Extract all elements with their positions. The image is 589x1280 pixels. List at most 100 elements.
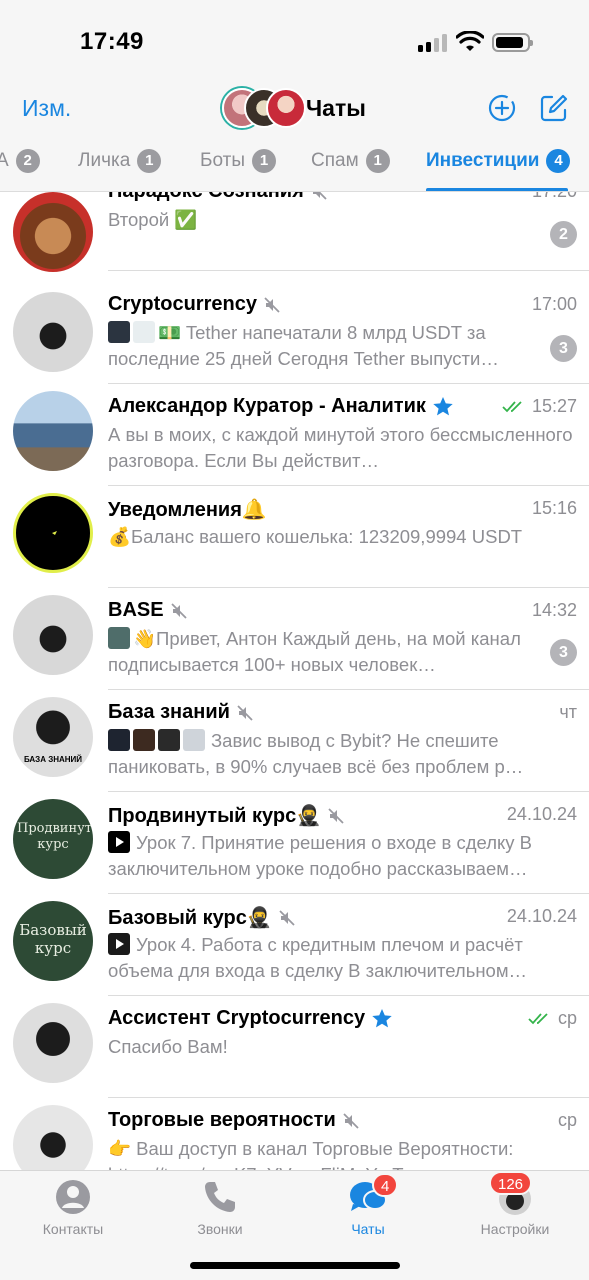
edit-button[interactable]: Изм. — [22, 95, 71, 122]
tab-badge: 1 — [137, 149, 162, 173]
chat-preview: 💰Баланс вашего кошелька: 123209,9994 USD… — [108, 526, 523, 547]
chat-preview: Урок 7. Принятие решения о входе в сделк… — [108, 830, 578, 882]
chat-preview: 👉 Ваш доступ в канал Торговые Вероятност… — [108, 1138, 518, 1170]
video-play-icon — [108, 831, 130, 853]
cellular-signal-icon — [418, 34, 448, 52]
tab-label: Боты — [200, 150, 245, 171]
chat-preview: 💵 Tether напечатали 8 млрд USDT за после… — [108, 320, 548, 372]
tabbar-badge: 126 — [489, 1171, 533, 1195]
tab-boty[interactable]: Боты 1 — [200, 149, 276, 173]
chat-title: Продвинутый курс🥷 — [108, 803, 345, 828]
chat-avatar — [13, 1003, 93, 1083]
chat-title: Александор Куратор - Аналитик — [108, 395, 454, 418]
muted-icon — [264, 296, 280, 313]
media-thumbnail — [158, 729, 180, 751]
nav-bar: Изм. Чаты — [0, 80, 589, 138]
chat-avatar — [13, 391, 93, 471]
tab-label: Личка — [78, 150, 131, 171]
chat-avatar — [13, 192, 93, 272]
read-double-check-icon — [528, 1012, 548, 1024]
chat-time: 15:27 — [502, 396, 577, 417]
status-time: 17:49 — [80, 28, 144, 55]
settings-avatar-icon: 126 — [489, 1171, 535, 1217]
chat-row[interactable]: Александор Куратор - Аналитик 15:27 А вы… — [0, 384, 589, 486]
chat-time: 24.10.24 — [506, 906, 577, 926]
chat-preview-text: 👋Привет, Антон Каждый день, на мой канал… — [108, 628, 521, 675]
chat-row[interactable]: Торговые вероятности ср 👉 Ваш доступ в к… — [0, 1098, 589, 1170]
chat-name-text: Cryptocurrency — [108, 293, 257, 315]
home-indicator — [190, 1262, 400, 1269]
chat-row[interactable]: Базовый курс Базовый курс🥷 24.10.24 Урок… — [0, 894, 589, 996]
chat-name-text: Продвинутый курс🥷 — [108, 805, 322, 827]
tab-investicii[interactable]: Инвестиции 4 — [426, 149, 571, 173]
avatar-caption: БАЗА ЗНАНИЙ — [23, 755, 83, 764]
battery-icon — [492, 33, 533, 52]
media-thumbnail — [108, 627, 130, 649]
chat-name-text: Уведомления🔔 — [108, 499, 267, 521]
chat-name-text: Базовый курс🥷 — [108, 907, 272, 929]
chat-name-text: Ассистент Cryptocurrency — [108, 1007, 366, 1029]
chat-preview: Второй ✅ — [108, 209, 198, 230]
chat-preview: Спасибо Вам! — [108, 1036, 228, 1057]
chat-row[interactable]: BASE 14:32 👋Привет, Антон Каждый день, н… — [0, 588, 589, 690]
folder-tabs: А 2 Личка 1 Боты 1 Спам 1 Инвестиции 4 — [0, 138, 589, 192]
chat-title: Базовый курс🥷 — [108, 905, 296, 930]
muted-icon — [170, 602, 187, 619]
chat-title: База знаний — [108, 701, 254, 724]
tab-badge: 1 — [251, 149, 276, 173]
tab-badge: 4 — [546, 149, 571, 173]
wifi-icon — [456, 31, 484, 51]
tabbar-settings[interactable]: 126 Настройки — [455, 1171, 575, 1237]
chat-avatar — [13, 595, 93, 675]
chat-row[interactable]: Cryptocurrency 17:00 💵 Tether напечатали… — [0, 282, 589, 384]
chat-time: чт — [559, 702, 577, 722]
chat-row[interactable]: Уведомления🔔 15:16 💰Баланс вашего кошель… — [0, 486, 589, 588]
chat-title: BASE — [108, 599, 188, 622]
muted-icon — [312, 192, 327, 200]
tab-a[interactable]: А 2 — [0, 149, 40, 173]
media-thumbnail — [108, 321, 130, 343]
read-double-check-icon — [502, 400, 522, 412]
muted-icon — [343, 1112, 359, 1129]
chat-time-text: ср — [557, 1008, 577, 1028]
unread-badge: 3 — [550, 335, 577, 362]
chat-bubbles-icon: 4 — [348, 1173, 399, 1217]
chat-title: Cryptocurrency — [108, 293, 281, 316]
page-title: Чаты — [306, 95, 366, 121]
chat-avatar — [13, 1105, 93, 1170]
tabbar-label: Контакты — [42, 1221, 104, 1237]
chat-preview: 👋Привет, Антон Каждый день, на мой канал… — [108, 626, 548, 678]
chat-preview-text: Урок 4. Работа с кредитным плечом и расч… — [108, 934, 528, 981]
chat-title: Торговые вероятности — [108, 1109, 360, 1132]
tab-spam[interactable]: Спам 1 — [311, 149, 390, 173]
chat-time: 15:16 — [531, 498, 577, 518]
tabbar-calls[interactable]: Звонки — [160, 1177, 280, 1237]
tabbar-contacts[interactable]: Контакты — [13, 1177, 133, 1237]
plus-circle-icon[interactable] — [486, 92, 518, 124]
compose-icon[interactable] — [538, 92, 570, 124]
media-thumbnail — [133, 729, 155, 751]
chat-time: ср — [528, 1008, 577, 1029]
tab-badge: 1 — [365, 149, 390, 173]
unread-badge: 3 — [550, 639, 577, 666]
chat-title: Ассистент Cryptocurrency — [108, 1007, 393, 1030]
chat-avatar — [13, 292, 93, 372]
avatar-caption: Продвинутый курс — [17, 821, 93, 852]
chat-row[interactable]: БАЗА ЗНАНИЙ База знаний чт Завис вывод с… — [0, 690, 589, 792]
chat-name-text: Торговые вероятности — [108, 1109, 336, 1131]
chat-preview: Завис вывод с Bybit? Не спешите паникова… — [108, 728, 578, 780]
chat-row[interactable]: Продвинутый курс Продвинутый курс🥷 24.10… — [0, 792, 589, 894]
tabbar-chats[interactable]: 4 Чаты — [308, 1173, 428, 1237]
chat-avatar: Продвинутый курс — [13, 799, 93, 879]
chat-title: Парадокс Сознания — [108, 192, 328, 203]
chat-preview: А вы в моих, с каждой минутой этого бесс… — [108, 424, 573, 471]
media-thumbnail — [183, 729, 205, 751]
chat-avatar: Базовый курс — [13, 901, 93, 981]
battery-fill — [496, 37, 523, 48]
stories-avatars[interactable] — [222, 88, 306, 128]
chat-time: 17:00 — [531, 294, 577, 314]
tabbar-badge: 4 — [372, 1173, 399, 1197]
tab-lichka[interactable]: Личка 1 — [78, 149, 162, 173]
chat-row[interactable]: Ассистент Cryptocurrency ср Спасибо Вам! — [0, 996, 589, 1098]
chat-row[interactable]: Парадокс Сознания 17:20 Второй ✅ 2 — [0, 192, 589, 282]
